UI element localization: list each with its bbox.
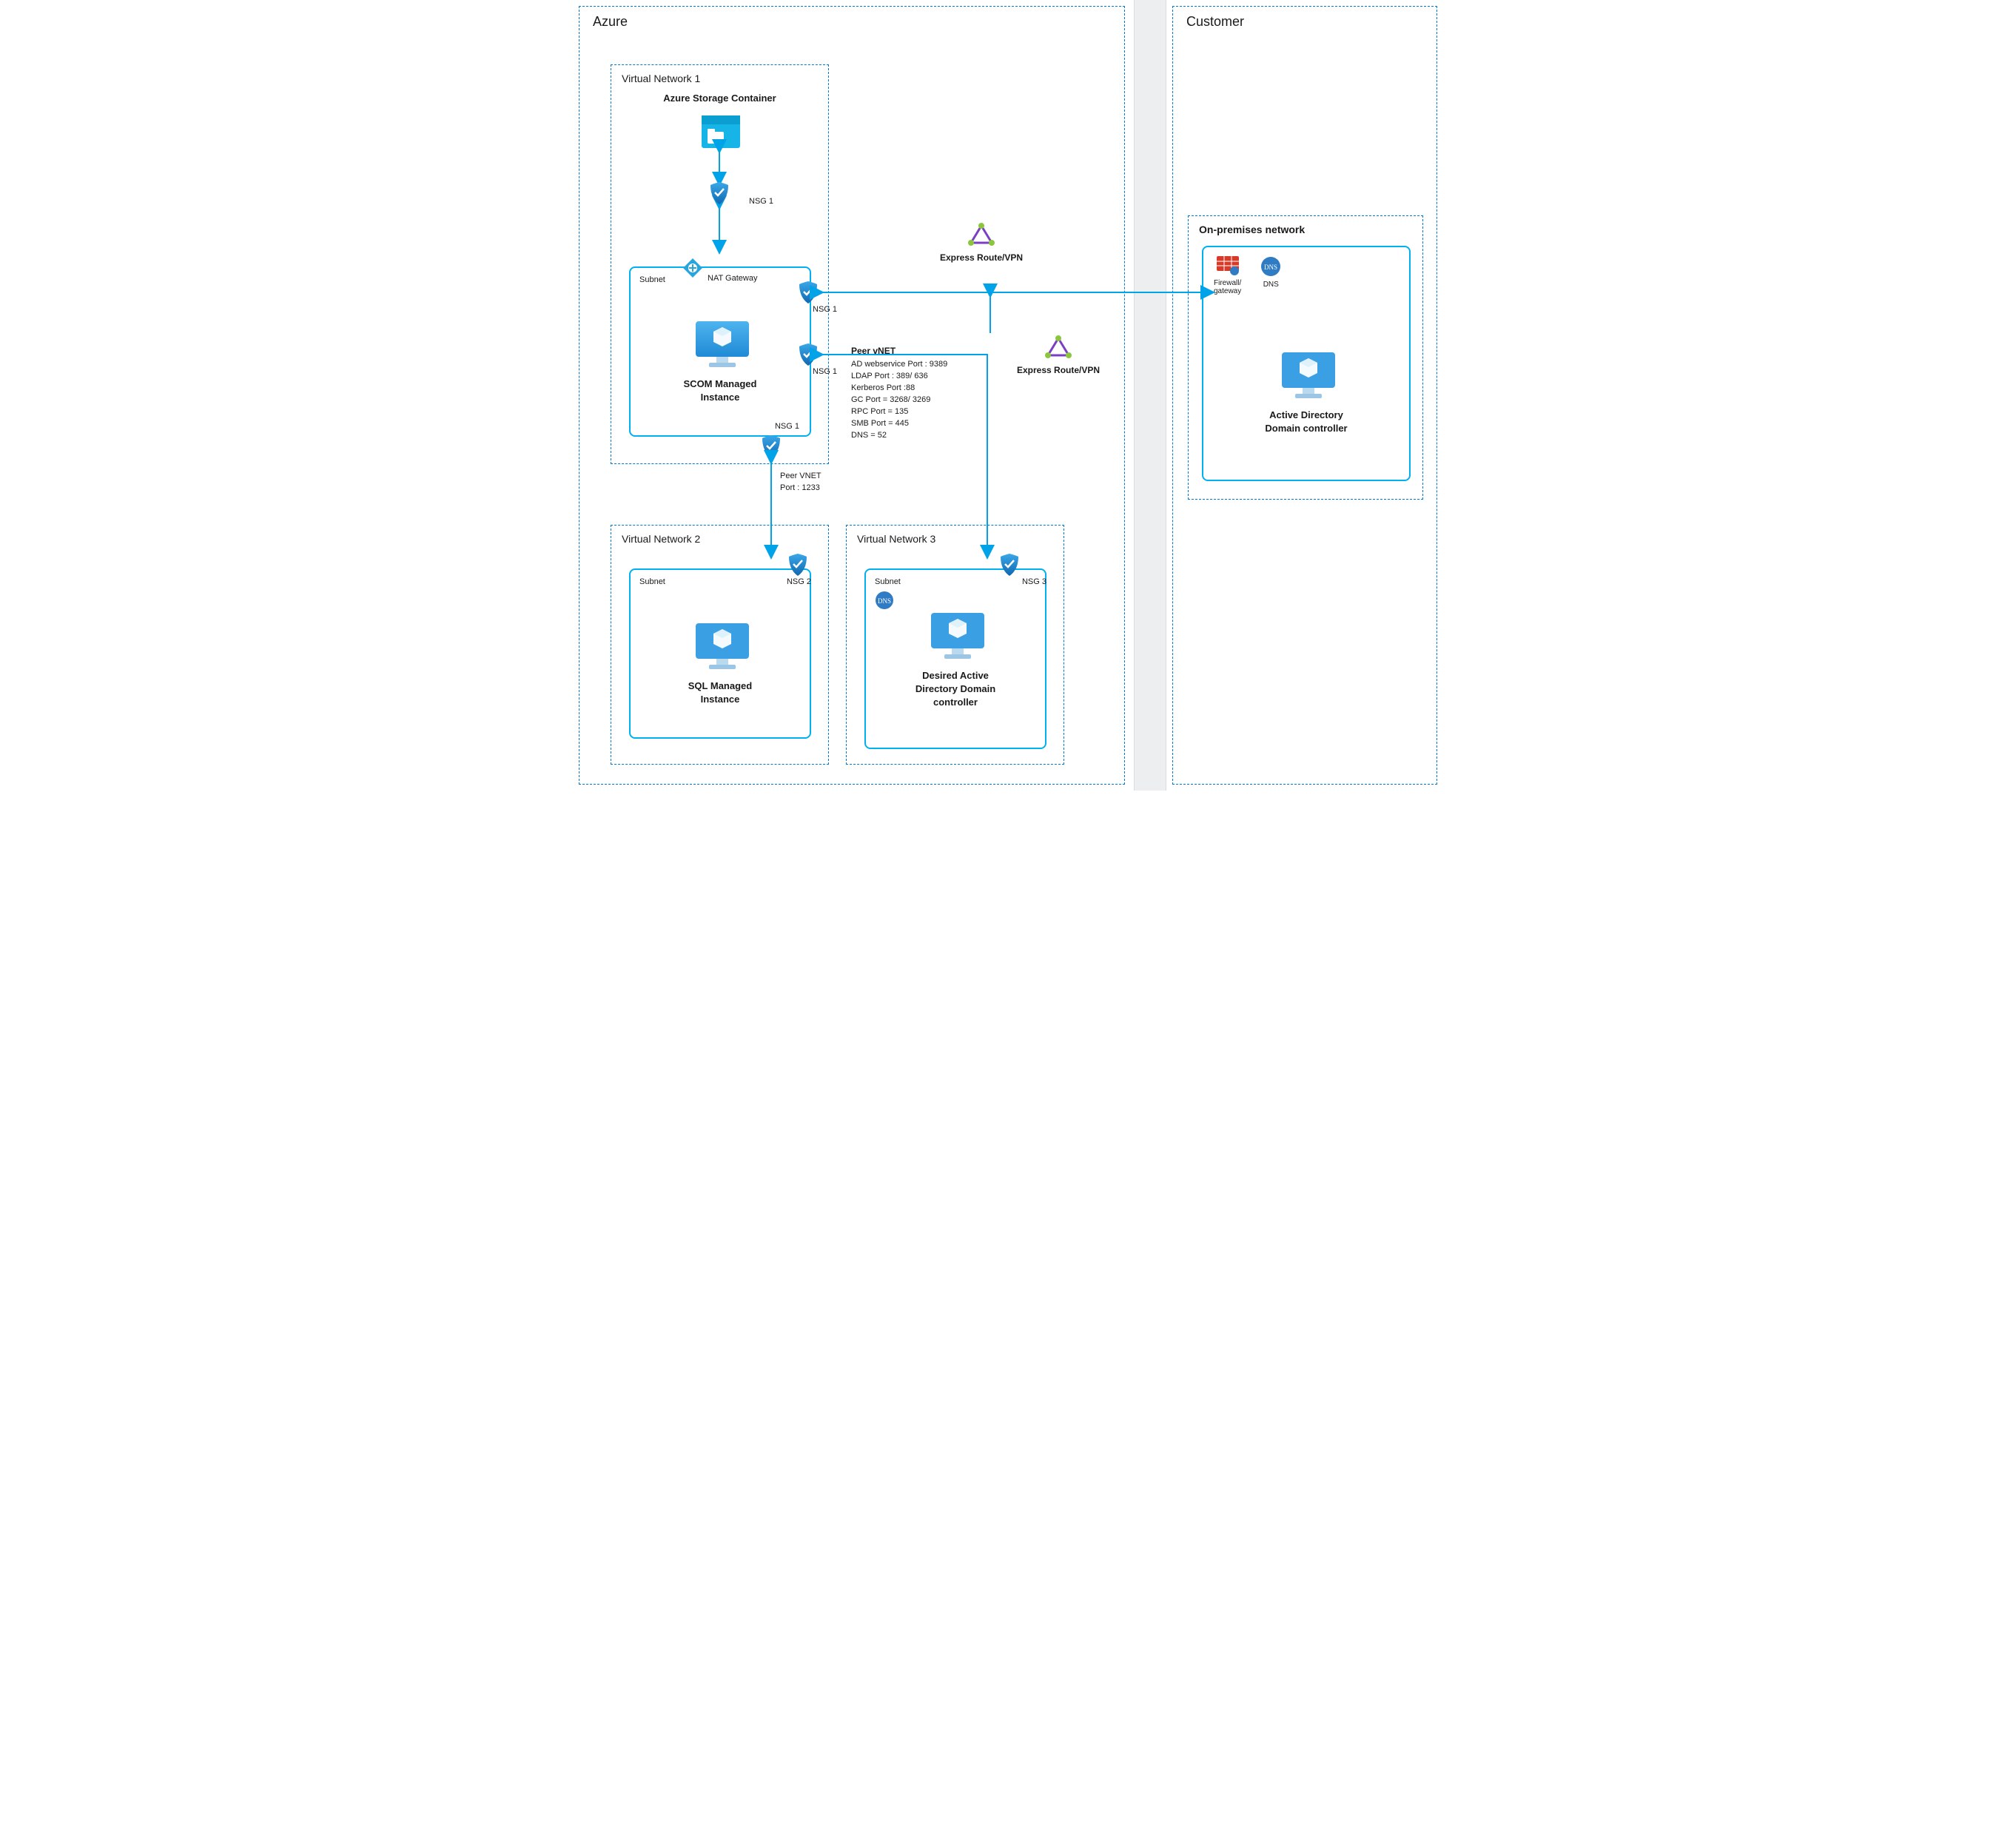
vnet-1-title: Virtual Network 1 <box>622 73 700 84</box>
storage-title: Azure Storage Container <box>663 93 776 104</box>
addc-label: Desired Active Directory Domain controll… <box>915 670 995 708</box>
sql-monitor-icon <box>694 622 750 671</box>
subnet-vnet1: Subnet NAT Gateway <box>629 266 811 437</box>
dns-label: DNS <box>1260 281 1281 289</box>
firewall-label: Firewall/ gateway <box>1214 279 1241 295</box>
nsg1-label-a: NSG 1 <box>749 197 773 206</box>
addc-monitor-icon <box>930 611 986 660</box>
peer-vnet-line-0: AD webservice Port : 9389 <box>851 359 947 371</box>
nat-gateway-label: NAT Gateway <box>708 274 757 283</box>
peer-sql-title: Peer VNET <box>780 471 821 483</box>
onprem-monitor-icon <box>1280 351 1337 400</box>
onprem-title: On-premises network <box>1199 224 1305 235</box>
vnet-2: Virtual Network 2 Subnet SQL Managed Ins… <box>611 525 829 765</box>
dns-badge-icon: DNS <box>875 591 894 610</box>
nsg2-label: NSG 2 <box>787 577 811 586</box>
vnet-3-title: Virtual Network 3 <box>857 533 935 545</box>
storage-icon <box>699 110 743 154</box>
region-customer: Customer On-premises network Firewall/ g… <box>1172 6 1437 785</box>
vnet-1: Virtual Network 1 Azure Storage Containe… <box>611 64 829 464</box>
peer-vnet-ports: Peer vNET AD webservice Port : 9389 LDAP… <box>851 345 947 442</box>
nsg1-label-b: NSG 1 <box>813 305 837 314</box>
peer-sql-ports: Peer VNET Port : 1233 <box>780 471 821 494</box>
subnet-label-1: Subnet <box>639 275 665 284</box>
subnet-vnet3: Subnet DNS Desired Active Directory Doma… <box>864 568 1046 749</box>
peer-vnet-line-2: Kerberos Port :88 <box>851 383 947 395</box>
vnet-2-title: Virtual Network 2 <box>622 533 700 545</box>
peer-vnet-line-5: SMB Port = 445 <box>851 418 947 430</box>
svg-text:DNS: DNS <box>1264 264 1277 271</box>
vnet-3: Virtual Network 3 Subnet DNS Desired Act… <box>846 525 1064 765</box>
peer-vnet-line-1: LDAP Port : 389/ 636 <box>851 371 947 383</box>
nsg1-label-d: NSG 1 <box>775 422 799 431</box>
express-route-label-2: Express Route/VPN <box>1017 365 1100 375</box>
subnet-label-3: Subnet <box>875 577 901 586</box>
region-title-customer: Customer <box>1186 14 1244 30</box>
express-route-icon-2 <box>1046 336 1071 358</box>
dns-icon: DNS <box>1260 256 1281 277</box>
nsg1-label-c: NSG 1 <box>813 367 837 376</box>
nat-gateway-icon <box>682 258 703 278</box>
scom-monitor-icon <box>694 320 750 369</box>
sql-label: SQL Managed Instance <box>688 680 752 705</box>
peer-vnet-title: Peer vNET <box>851 345 947 358</box>
express-route-label-1: Express Route/VPN <box>940 252 1023 263</box>
peer-vnet-line-3: GC Port = 3268/ 3269 <box>851 395 947 406</box>
nsg3-label: NSG 3 <box>1022 577 1046 586</box>
peer-vnet-line-6: DNS = 52 <box>851 430 947 442</box>
scom-label: SCOM Managed Instance <box>684 378 757 403</box>
express-route-icon-1 <box>969 224 994 246</box>
svg-text:DNS: DNS <box>878 597 891 605</box>
region-title-azure: Azure <box>593 14 628 30</box>
firewall-icon <box>1217 256 1239 275</box>
peer-sql-line: Port : 1233 <box>780 483 821 494</box>
onprem-network: On-premises network Firewall/ gateway DN… <box>1188 215 1423 500</box>
subnet-vnet2: Subnet SQL Managed Instance NSG 2 <box>629 568 811 739</box>
region-separator <box>1134 0 1166 791</box>
onprem-addc-label: Active Directory Domain controller <box>1265 409 1347 434</box>
subnet-onprem: Firewall/ gateway DNS DNS <box>1202 246 1411 481</box>
peer-vnet-line-4: RPC Port = 135 <box>851 406 947 418</box>
subnet-label-2: Subnet <box>639 577 665 586</box>
